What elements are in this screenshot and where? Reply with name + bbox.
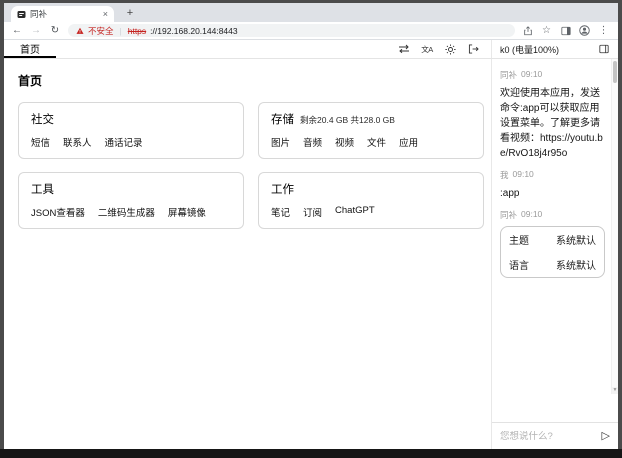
security-warning-label: 不安全 [88,25,114,37]
link-screen-mirror[interactable]: 屏幕镜像 [168,205,206,219]
address-input[interactable]: 不安全 | https ://192.168.20.144:8443 [68,24,515,37]
setting-row-language[interactable]: 语言 系统默认 [501,252,604,277]
url-protocol: https [128,26,146,36]
chat-message-input[interactable] [500,431,596,442]
sidebar-header: k0 (电量100%) [491,40,618,58]
tab-title: 同补 [30,8,99,20]
browser-menu-icon[interactable]: ⋮ [598,25,609,36]
setting-value: 系统默认 [556,257,596,272]
sender-name: 我 [500,169,509,181]
window-bottom-edge [0,449,622,458]
message-time: 09:10 [521,209,542,221]
transfer-icon[interactable] [398,43,410,55]
link-sms[interactable]: 短信 [31,135,50,149]
setting-label: 语言 [509,257,529,272]
link-json-viewer[interactable]: JSON查看器 [31,205,85,219]
device-status-label: k0 (电量100%) [500,43,559,56]
setting-value: 系统默认 [556,232,596,247]
browser-window: 同补 × + ← → ↻ 不安全 | https ://192.168.20.14… [4,3,618,449]
setting-label: 主题 [509,232,529,247]
card-storage: 存储 剩余20.4 GB 共128.0 GB 图片 音频 视频 文件 应用 [258,102,484,159]
app-toolbar-main: 首页 文A [4,40,491,58]
user-command-message: :app [500,186,605,201]
share-icon[interactable] [522,25,533,36]
site-favicon-icon [17,10,26,19]
omnibox-separator: | [120,26,122,36]
chat-input-bar: ▷ [492,422,618,449]
scrollbar-thumb[interactable] [613,61,617,83]
link-notes[interactable]: 笔记 [271,205,290,219]
message-sender: 我 09:10 [500,169,605,181]
card-work: 工作 笔记 订阅 ChatGPT [258,172,484,229]
warning-triangle-icon [76,27,84,35]
sender-name: 同补 [500,209,517,221]
send-icon[interactable]: ▷ [602,431,610,442]
link-files[interactable]: 文件 [367,135,386,149]
back-icon[interactable]: ← [11,26,23,36]
message-time: 09:10 [521,69,542,81]
card-work-title: 工作 [271,181,294,197]
welcome-message: 欢迎使用本应用，发送命令:app可以获取应用设置菜单。了解更多请看视频：http… [500,86,605,161]
new-tab-button[interactable]: + [122,6,138,20]
link-video[interactable]: 视频 [335,135,354,149]
message-sender: 同补 09:10 [500,209,605,221]
reload-icon[interactable]: ↻ [49,26,61,36]
chat-message-list: 同补 09:10 欢迎使用本应用，发送命令:app可以获取应用设置菜单。了解更多… [492,59,618,422]
message-time: 09:10 [513,169,534,181]
logout-icon[interactable] [467,43,479,55]
main-content: 首页 社交 短信 联系人 通话记录 存储 [4,59,491,449]
chat-sidebar: 同补 09:10 欢迎使用本应用，发送命令:app可以获取应用设置菜单。了解更多… [491,59,618,449]
card-social: 社交 短信 联系人 通话记录 [18,102,244,159]
card-grid: 社交 短信 联系人 通话记录 存储 剩余20.4 GB 共128.0 GB [18,102,484,229]
storage-capacity-label: 剩余20.4 GB 共128.0 GB [300,114,395,126]
tab-close-icon[interactable]: × [103,10,108,19]
link-subscriptions[interactable]: 订阅 [303,205,322,219]
translate-icon[interactable]: 文A [421,43,433,55]
link-qrcode-generator[interactable]: 二维码生成器 [98,205,155,219]
app-toolbar: 首页 文A k0 (电量100%) [4,40,618,59]
card-tools: 工具 JSON查看器 二维码生成器 屏幕镜像 [18,172,244,229]
tab-home[interactable]: 首页 [4,40,56,58]
page-title: 首页 [18,72,484,89]
chat-scrollbar[interactable]: ▼ [611,59,618,394]
theme-sun-icon[interactable] [444,43,456,55]
message-sender: 同补 09:10 [500,69,605,81]
profile-avatar-icon[interactable] [579,25,590,36]
card-tools-title: 工具 [31,181,54,197]
window-frame: 同补 × + ← → ↻ 不安全 | https ://192.168.20.14… [0,0,622,458]
scrollbar-down-arrow-icon[interactable]: ▼ [612,387,618,394]
browser-tabstrip: 同补 × + [4,3,618,22]
card-social-title: 社交 [31,111,54,127]
browser-tab[interactable]: 同补 × [11,6,114,22]
sender-name: 同补 [500,69,517,81]
link-apps[interactable]: 应用 [399,135,418,149]
app-body: 首页 社交 短信 联系人 通话记录 存储 [4,59,618,449]
setting-row-theme[interactable]: 主题 系统默认 [501,227,604,252]
link-chatgpt[interactable]: ChatGPT [335,205,375,219]
toolbar-icons: 文A [398,40,491,58]
link-call-log[interactable]: 通话记录 [105,135,143,149]
app-settings-card: 主题 系统默认 语言 系统默认 [500,226,605,278]
sidebar-toggle-icon[interactable] [598,43,610,55]
chrome-action-icons: ☆ ⋮ [522,25,611,36]
link-audio[interactable]: 音频 [303,135,322,149]
card-storage-title: 存储 [271,111,294,127]
browser-addressbar: ← → ↻ 不安全 | https://192.168.20.144:8443 … [4,22,618,40]
bookmark-star-icon[interactable]: ☆ [541,25,552,36]
link-images[interactable]: 图片 [271,135,290,149]
url-text: ://192.168.20.144:8443 [150,26,237,36]
forward-icon[interactable]: → [30,26,42,36]
link-contacts[interactable]: 联系人 [63,135,92,149]
side-panel-icon[interactable] [560,25,571,36]
